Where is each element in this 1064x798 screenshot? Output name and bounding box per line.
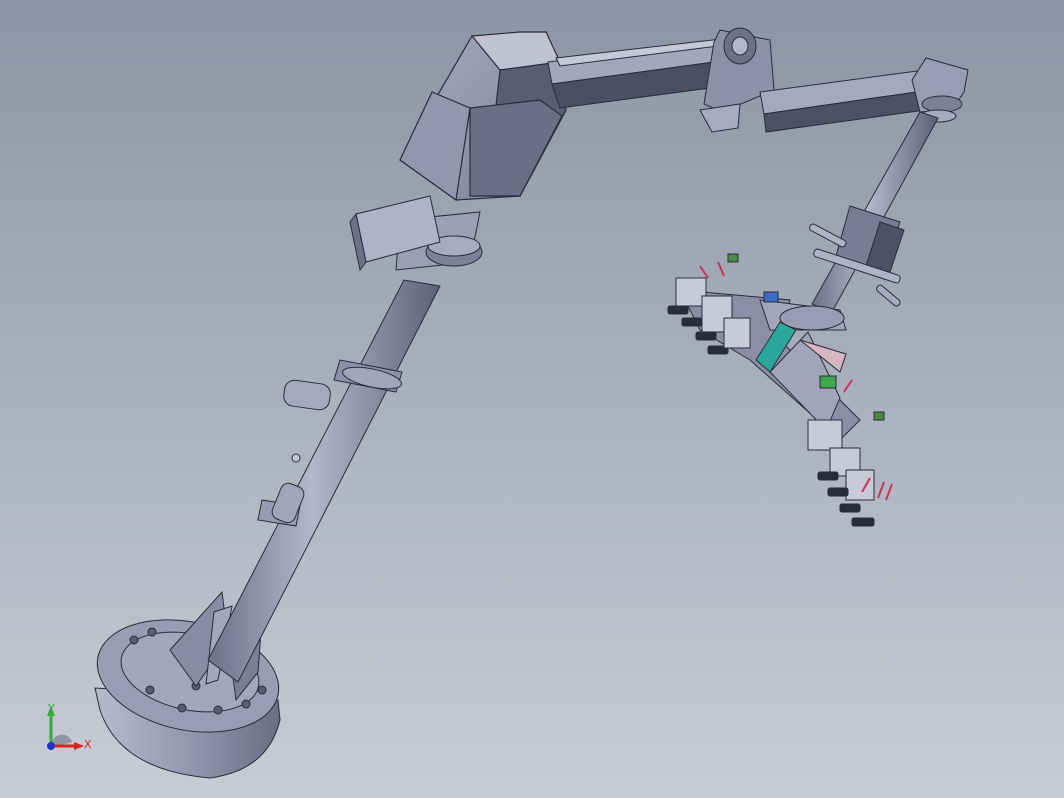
cad-viewport[interactable]: Y X	[0, 0, 1064, 798]
cad-model-render[interactable]: Y X	[0, 0, 1064, 798]
z-axis-dot	[47, 742, 55, 750]
y-axis-label: Y	[47, 702, 55, 715]
x-axis-label: X	[84, 738, 92, 751]
